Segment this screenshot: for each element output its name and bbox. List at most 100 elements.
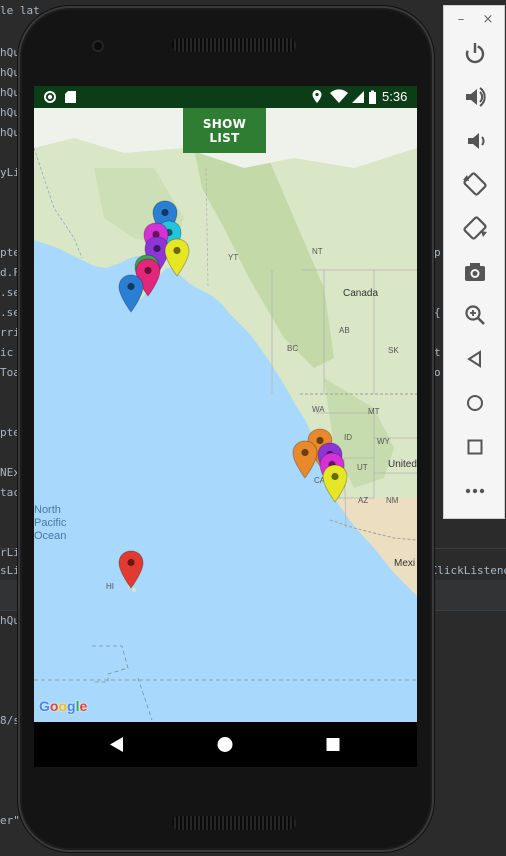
rotate-left-icon xyxy=(463,172,487,196)
map-pin-icon xyxy=(164,238,190,277)
camera-button[interactable] xyxy=(459,256,491,288)
code-fragment-right: { xyxy=(434,306,441,319)
back-icon xyxy=(467,350,481,368)
rotate-right-icon xyxy=(463,216,487,240)
zoom-button[interactable] xyxy=(459,299,491,331)
map-label-sk: SK xyxy=(388,346,399,355)
nav-bar xyxy=(34,722,417,767)
map-label-nm: NM xyxy=(386,496,399,505)
code-fragment: ic xyxy=(0,346,14,359)
show-list-button[interactable]: SHOW LIST xyxy=(183,108,266,153)
power-button[interactable] xyxy=(459,37,491,69)
bottom-speaker xyxy=(172,816,296,830)
top-speaker xyxy=(172,38,296,52)
map-label-mexico: Mexi xyxy=(394,558,416,569)
minimize-button[interactable]: – xyxy=(454,12,468,27)
code-fragment: hQu xyxy=(0,66,20,79)
close-button[interactable]: × xyxy=(481,12,495,27)
device-screen: 5:36 YT NT Canada AB BC SK WA MT ID WY U… xyxy=(34,86,417,767)
code-fragment: .se xyxy=(0,306,20,319)
code-fragment: Toa xyxy=(0,366,20,379)
rotate-left-button[interactable] xyxy=(459,168,491,200)
sd-card-icon xyxy=(65,91,76,103)
volume-up-icon xyxy=(466,87,486,107)
volume-down-button[interactable] xyxy=(459,125,491,157)
code-fragment: hQu xyxy=(0,614,20,627)
code-fragment: hQu xyxy=(0,46,20,59)
ocean-label: North Pacific Ocean xyxy=(34,504,67,542)
code-fragment-right: nClickListener xyxy=(424,564,506,577)
map-label-bc: BC xyxy=(287,344,299,353)
code-fragment: pte xyxy=(0,426,20,439)
code-fragment: hQu xyxy=(0,106,20,119)
google-logo: Google xyxy=(39,698,88,714)
code-fragment-right: t xyxy=(434,346,441,359)
location-icon xyxy=(312,90,322,103)
marker-california-yellow[interactable] xyxy=(322,464,348,504)
nav-overview-button[interactable] xyxy=(318,729,348,759)
map-label-wa: WA xyxy=(312,405,325,414)
code-fragment: rri xyxy=(0,326,20,339)
map-label-wy: WY xyxy=(377,437,390,446)
code-fragment: hQu xyxy=(0,126,20,139)
code-fragment: 8/s xyxy=(0,714,20,727)
camera-icon xyxy=(465,263,485,281)
map-label-hi: HI xyxy=(106,582,114,591)
map-pin-icon xyxy=(292,440,318,479)
overview-square-icon xyxy=(326,738,340,751)
code-fragment: d.F xyxy=(0,266,20,279)
front-camera xyxy=(92,40,104,52)
status-time: 5:36 xyxy=(382,89,408,104)
home-icon xyxy=(467,395,483,411)
battery-icon xyxy=(369,90,376,104)
zoom-icon xyxy=(465,305,485,325)
code-fragment: er" xyxy=(0,814,20,827)
code-fragment-right: o xyxy=(434,366,441,379)
signal-icon xyxy=(352,91,364,103)
map-label-id: ID xyxy=(344,433,352,442)
map-view[interactable]: YT NT Canada AB BC SK WA MT ID WY United… xyxy=(34,108,417,722)
status-bar: 5:36 xyxy=(34,86,417,108)
power-icon xyxy=(465,43,485,64)
code-fragment: .se xyxy=(0,286,20,299)
emulator-toolbar: – × xyxy=(443,5,505,519)
code-fragment: NEx xyxy=(0,466,20,479)
home-button[interactable] xyxy=(459,387,491,419)
map-label-united: United xyxy=(388,459,417,470)
nav-back-button[interactable] xyxy=(100,729,130,759)
notification-circle-icon xyxy=(44,91,56,103)
map-canvas xyxy=(34,108,417,722)
nav-home-button[interactable] xyxy=(210,729,240,759)
map-pin-icon xyxy=(322,464,348,503)
map-pin-icon xyxy=(118,274,144,313)
code-fragment: le lat xyxy=(0,4,40,17)
code-fragment-right: p xyxy=(434,246,441,259)
marker-alaska-yellow[interactable] xyxy=(164,238,190,278)
map-label-nt: NT xyxy=(312,247,323,256)
overview-button[interactable] xyxy=(459,431,491,463)
code-fragment: pte xyxy=(0,246,20,259)
more-button[interactable] xyxy=(459,475,491,507)
map-label-ut: UT xyxy=(357,463,368,472)
wifi-icon xyxy=(330,89,348,103)
back-button[interactable] xyxy=(459,343,491,375)
map-label-az: AZ xyxy=(358,496,369,505)
code-fragment: tac xyxy=(0,486,20,499)
volume-up-button[interactable] xyxy=(459,81,491,113)
map-label-mt: MT xyxy=(368,407,380,416)
overview-icon xyxy=(467,439,483,455)
map-label-yt: YT xyxy=(228,253,239,262)
map-pin-icon xyxy=(118,550,144,589)
marker-california-orange-2[interactable] xyxy=(292,440,318,480)
code-fragment: rLi xyxy=(0,546,20,559)
marker-hawaii-red[interactable] xyxy=(118,550,144,590)
rotate-right-button[interactable] xyxy=(459,212,491,244)
home-circle-icon xyxy=(217,737,233,752)
code-fragment: yLi xyxy=(0,166,20,179)
more-icon xyxy=(465,488,485,494)
map-label-canada: Canada xyxy=(343,288,379,299)
marker-alaska-blue-left[interactable] xyxy=(118,274,144,314)
code-fragment: hQu xyxy=(0,86,20,99)
map-label-ab: AB xyxy=(339,326,350,335)
volume-down-icon xyxy=(468,133,485,149)
